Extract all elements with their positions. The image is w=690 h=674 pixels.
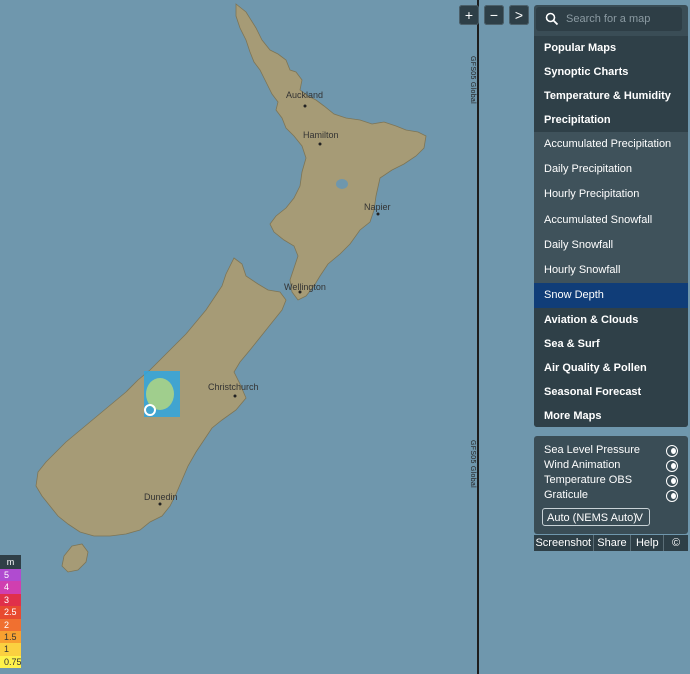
layer-wind-animation[interactable]: Wind Animation (544, 459, 678, 473)
city-dot (303, 104, 307, 108)
layer-label: Wind Animation (544, 459, 621, 471)
city-label-christchurch: Christchurch (208, 382, 259, 392)
menu-item-snow-depth[interactable]: Snow Depth (534, 283, 688, 309)
city-dot (158, 502, 162, 506)
city-label-auckland: Auckland (286, 90, 323, 100)
gfs-label-bottom: GFS05 Global (469, 440, 476, 488)
menu-item-accumulated-precipitation[interactable]: Accumulated Precipitation (534, 132, 688, 158)
menu-item-seasonal-forecast[interactable]: Seasonal Forecast (534, 380, 688, 405)
legend-entry: 4 (0, 581, 21, 594)
model-select[interactable]: Auto (NEMS Auto) V (542, 508, 650, 526)
north-island-land (235, 3, 427, 301)
toggle-switch[interactable] (666, 490, 678, 502)
gfs-label-top: GFS05 Global (469, 56, 476, 104)
chevron-down-icon: V (635, 512, 643, 524)
search-input[interactable]: Search for a map (536, 7, 682, 31)
toggle-switch[interactable] (666, 445, 678, 457)
forecast-boundary-line (477, 0, 479, 674)
legend-unit: m (0, 555, 21, 569)
layers-panel: Sea Level Pressure Wind Animation Temper… (534, 436, 688, 534)
footer-toolbar: Screenshot Share Help © (534, 535, 688, 551)
layer-label: Graticule (544, 489, 589, 501)
city-label-wellington: Wellington (284, 282, 326, 292)
menu-item-precipitation[interactable]: Precipitation (534, 108, 688, 132)
legend-entry: 2.5 (0, 606, 21, 619)
zoom-in-button[interactable]: + (459, 5, 479, 25)
screenshot-button[interactable]: Screenshot (534, 535, 594, 551)
maps-menu-panel: Search for a map Popular Maps Synoptic C… (534, 5, 688, 427)
maps-menu: Popular Maps Synoptic Charts Temperature… (534, 36, 688, 427)
menu-item-air-quality-pollen[interactable]: Air Quality & Pollen (534, 356, 688, 381)
menu-item-hourly-snowfall[interactable]: Hourly Snowfall (534, 257, 688, 284)
menu-item-accumulated-snowfall[interactable]: Accumulated Snowfall (534, 207, 688, 233)
snow-depth-legend: m 5 4 3 2.5 2 1.5 1 0.75 (0, 555, 22, 674)
city-label-napier: Napier (364, 202, 391, 212)
menu-item-aviation-clouds[interactable]: Aviation & Clouds (534, 308, 688, 333)
menu-item-temperature-humidity[interactable]: Temperature & Humidity (534, 84, 688, 108)
forward-button[interactable]: > (509, 5, 529, 25)
legend-entry: 1.5 (0, 630, 21, 644)
help-button[interactable]: Help (631, 535, 665, 551)
legend-entry: 1 (0, 643, 21, 656)
share-button[interactable]: Share (594, 535, 632, 551)
city-label-dunedin: Dunedin (144, 492, 178, 502)
copyright-button[interactable]: © (664, 535, 688, 551)
menu-item-hourly-precipitation[interactable]: Hourly Precipitation (534, 182, 688, 208)
stewart-island-land (61, 543, 89, 573)
menu-item-popular-maps[interactable]: Popular Maps (534, 36, 688, 60)
layer-graticule[interactable]: Graticule (544, 489, 678, 503)
city-dot (376, 212, 380, 216)
lake-taupo (336, 179, 348, 189)
search-placeholder: Search for a map (566, 13, 651, 25)
menu-item-more-maps[interactable]: More Maps (534, 404, 688, 427)
legend-entry: 5 (0, 569, 21, 582)
menu-item-sea-surf[interactable]: Sea & Surf (534, 332, 688, 357)
layer-sea-level-pressure[interactable]: Sea Level Pressure (544, 444, 678, 458)
menu-item-daily-precipitation[interactable]: Daily Precipitation (534, 157, 688, 183)
menu-item-synoptic-charts[interactable]: Synoptic Charts (534, 60, 688, 84)
legend-entry: 3 (0, 593, 21, 607)
model-select-value: Auto (NEMS Auto) (547, 512, 637, 524)
menu-item-daily-snowfall[interactable]: Daily Snowfall (534, 232, 688, 258)
zoom-out-button[interactable]: − (484, 5, 504, 25)
city-dot (318, 142, 322, 146)
layer-label: Sea Level Pressure (544, 444, 640, 456)
legend-entry: 2 (0, 618, 21, 631)
legend-entry: 0.75 (0, 655, 22, 669)
toggle-switch[interactable] (666, 475, 678, 487)
city-dot (233, 394, 237, 398)
city-label-hamilton: Hamilton (303, 130, 339, 140)
layer-temperature-obs[interactable]: Temperature OBS (544, 474, 678, 488)
toggle-switch[interactable] (666, 460, 678, 472)
search-icon (545, 12, 559, 26)
layer-label: Temperature OBS (544, 474, 633, 486)
